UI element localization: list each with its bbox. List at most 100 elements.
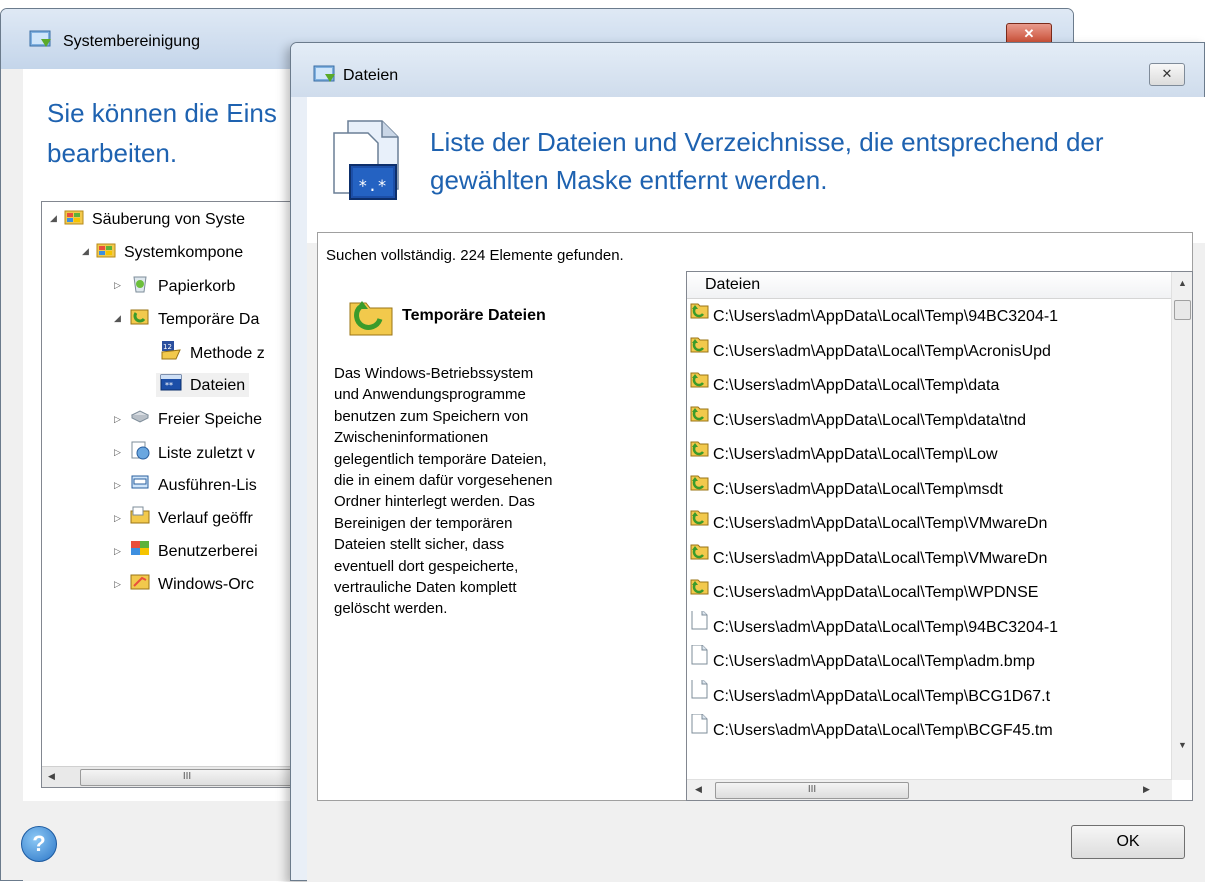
file-list-row[interactable]: C:\Users\adm\AppData\Local\Temp\BCG1D67.… bbox=[689, 679, 1169, 714]
file-path: C:\Users\adm\AppData\Local\Temp\BCG1D67.… bbox=[713, 687, 1051, 705]
temp-files-icon bbox=[130, 306, 150, 334]
file-list-row[interactable]: C:\Users\adm\AppData\Local\Temp\94BC3204… bbox=[689, 300, 1169, 334]
file-list-row[interactable]: C:\Users\adm\AppData\Local\Temp\msdt bbox=[689, 473, 1169, 507]
collapse-arrow-icon[interactable]: ◢ bbox=[82, 246, 89, 257]
file-list-row[interactable]: C:\Users\adm\AppData\Local\Temp\VMwareDn bbox=[689, 542, 1169, 576]
history-folder-icon bbox=[130, 506, 150, 532]
tree-item-recycle-bin[interactable]: Papierkorb bbox=[130, 273, 235, 297]
user-area-icon bbox=[130, 539, 150, 565]
svg-text:*.*: *.* bbox=[358, 176, 387, 195]
tree-item-temp-files[interactable]: Temporäre Da bbox=[130, 306, 259, 330]
disk-icon bbox=[130, 407, 150, 433]
tree-item-label: Papierkorb bbox=[158, 278, 236, 296]
scroll-right-icon[interactable]: ▶ bbox=[1143, 784, 1150, 795]
tree-item-label: Dateien bbox=[190, 377, 246, 395]
expand-arrow-icon[interactable]: ▷ bbox=[114, 480, 121, 491]
file-path: C:\Users\adm\AppData\Local\Temp\BCGF45.t… bbox=[713, 722, 1053, 739]
dialog-title: Dateien bbox=[343, 67, 399, 84]
svg-text:**: ** bbox=[165, 381, 173, 390]
tree-item-label: Säuberung von Syste bbox=[92, 211, 245, 229]
expand-arrow-icon[interactable]: ▷ bbox=[114, 280, 121, 291]
tree-item-files[interactable]: ** Dateien bbox=[156, 373, 250, 399]
tree-item-label: Systemkompone bbox=[124, 244, 244, 262]
file-path: C:\Users\adm\AppData\Local\Temp\WPDNSE bbox=[713, 584, 1039, 601]
dialog-header: *.* Liste der Dateien und Verzeichnisse,… bbox=[307, 97, 1205, 243]
scroll-left-icon[interactable]: ◀ bbox=[695, 784, 702, 795]
windows-folder-icon bbox=[130, 572, 150, 598]
file-list-row[interactable]: C:\Users\adm\AppData\Local\Temp\Low bbox=[689, 438, 1169, 472]
file-icon bbox=[689, 679, 709, 713]
category-name: Temporäre Dateien bbox=[402, 307, 546, 324]
scroll-down-icon[interactable]: ▼ bbox=[1178, 740, 1187, 750]
file-list-row[interactable]: C:\Users\adm\AppData\Local\Temp\WPDNSE bbox=[689, 576, 1169, 610]
file-list-row[interactable]: C:\Users\adm\AppData\Local\Temp\adm.bmp bbox=[689, 645, 1169, 679]
temp-folder-icon bbox=[689, 335, 709, 368]
tree-item-history[interactable]: Verlauf geöffr bbox=[130, 506, 253, 530]
file-path: C:\Users\adm\AppData\Local\Temp\msdt bbox=[713, 480, 1003, 498]
help-button[interactable]: ? bbox=[21, 826, 57, 862]
collapse-arrow-icon[interactable]: ◢ bbox=[114, 313, 121, 324]
files-dialog: Dateien ✕ *.* Liste der Dateien und Verz… bbox=[290, 42, 1205, 882]
windows-folder-icon bbox=[96, 240, 116, 266]
tree-item-user-area[interactable]: Benutzerberei bbox=[130, 539, 258, 563]
file-list-row[interactable]: C:\Users\adm\AppData\Local\Temp\BCGF45.t… bbox=[689, 714, 1169, 748]
column-header-files[interactable]: Dateien bbox=[687, 272, 1171, 299]
tree-item-method[interactable]: 12 Methode z bbox=[160, 340, 265, 364]
file-list-row[interactable]: C:\Users\adm\AppData\Local\Temp\94BC3204… bbox=[689, 610, 1169, 645]
tree-item-system-components[interactable]: Systemkompone bbox=[96, 240, 243, 264]
file-path: C:\Users\adm\AppData\Local\Temp\VMwareDn bbox=[713, 515, 1048, 532]
method-icon: 12 bbox=[160, 340, 182, 368]
expand-arrow-icon[interactable]: ▷ bbox=[114, 579, 121, 590]
file-list-row[interactable]: C:\Users\adm\AppData\Local\Temp\data bbox=[689, 369, 1169, 403]
tree-item-label: Methode z bbox=[190, 345, 265, 363]
temp-folder-icon bbox=[689, 507, 709, 540]
file-path: C:\Users\adm\AppData\Local\Temp\adm.bmp bbox=[713, 653, 1035, 670]
tree-horizontal-scrollbar[interactable]: ◀ III bbox=[42, 766, 312, 787]
list-horizontal-scrollbar[interactable]: ◀ III ▶ bbox=[687, 779, 1172, 800]
temp-folder-icon bbox=[689, 576, 709, 609]
scroll-up-icon[interactable]: ▲ bbox=[1178, 278, 1187, 288]
column-header-label: Dateien bbox=[705, 276, 761, 293]
expand-arrow-icon[interactable]: ▷ bbox=[114, 447, 121, 458]
file-list-row[interactable]: C:\Users\adm\AppData\Local\Temp\VMwareDn bbox=[689, 507, 1169, 541]
tree-item-label: Verlauf geöffr bbox=[158, 510, 253, 528]
ok-button[interactable]: OK bbox=[1071, 825, 1185, 859]
dialog-content: *.* Liste der Dateien und Verzeichnisse,… bbox=[307, 97, 1205, 882]
tree-item-label: Liste zuletzt v bbox=[158, 445, 255, 463]
scrollbar-thumb[interactable] bbox=[1174, 300, 1191, 320]
scrollbar-thumb[interactable]: III bbox=[80, 769, 294, 786]
expand-arrow-icon[interactable]: ▷ bbox=[114, 414, 121, 425]
cleanup-tree[interactable]: ◢ Säuberung von Syste ◢ Systemkompone ▷ … bbox=[41, 201, 313, 788]
files-mask-icon: ** bbox=[160, 373, 182, 399]
tree-item-free-space[interactable]: Freier Speiche bbox=[130, 407, 262, 431]
temp-folder-icon bbox=[689, 542, 709, 575]
file-path: C:\Users\adm\AppData\Local\Temp\94BC3204… bbox=[713, 308, 1059, 325]
temp-folder-icon bbox=[689, 438, 709, 471]
file-list-row[interactable]: C:\Users\adm\AppData\Local\Temp\data\tnd bbox=[689, 404, 1169, 438]
tree-item-label: Benutzerberei bbox=[158, 543, 258, 561]
file-mask-icon: *.* bbox=[330, 119, 402, 205]
scrollbar-thumb[interactable]: III bbox=[715, 782, 909, 799]
tree-item-windows-folder[interactable]: Windows-Orc bbox=[130, 572, 254, 596]
file-path: C:\Users\adm\AppData\Local\Temp\VMwareDn bbox=[713, 549, 1048, 567]
collapse-arrow-icon[interactable]: ◢ bbox=[50, 213, 57, 224]
tree-item-label: Windows-Orc bbox=[158, 576, 255, 594]
dialog-title-bar[interactable]: Dateien ✕ bbox=[291, 43, 1204, 97]
tree-item-run-list[interactable]: Ausführen-Lis bbox=[130, 473, 257, 497]
app-icon bbox=[313, 64, 337, 90]
file-list[interactable]: Dateien C:\Users\adm\AppData\Local\Temp\… bbox=[686, 271, 1193, 801]
tree-item-cleanup-root[interactable]: Säuberung von Syste bbox=[64, 207, 245, 231]
dialog-heading: Liste der Dateien und Verzeichnisse, die… bbox=[430, 127, 1104, 195]
run-list-icon bbox=[130, 473, 150, 499]
temp-folder-icon bbox=[689, 404, 709, 437]
temp-folder-icon bbox=[689, 473, 709, 506]
tree-item-recent-list[interactable]: Liste zuletzt v bbox=[130, 440, 255, 464]
file-list-row[interactable]: C:\Users\adm\AppData\Local\Temp\AcronisU… bbox=[689, 335, 1169, 369]
list-vertical-scrollbar[interactable]: ▲ ▼ bbox=[1171, 272, 1192, 780]
expand-arrow-icon[interactable]: ▷ bbox=[114, 513, 121, 524]
window-title: Systembereinigung bbox=[63, 33, 200, 50]
expand-arrow-icon[interactable]: ▷ bbox=[114, 546, 121, 557]
file-icon bbox=[689, 610, 709, 644]
scroll-left-icon[interactable]: ◀ bbox=[48, 771, 55, 782]
dialog-close-button[interactable]: ✕ bbox=[1149, 63, 1185, 86]
